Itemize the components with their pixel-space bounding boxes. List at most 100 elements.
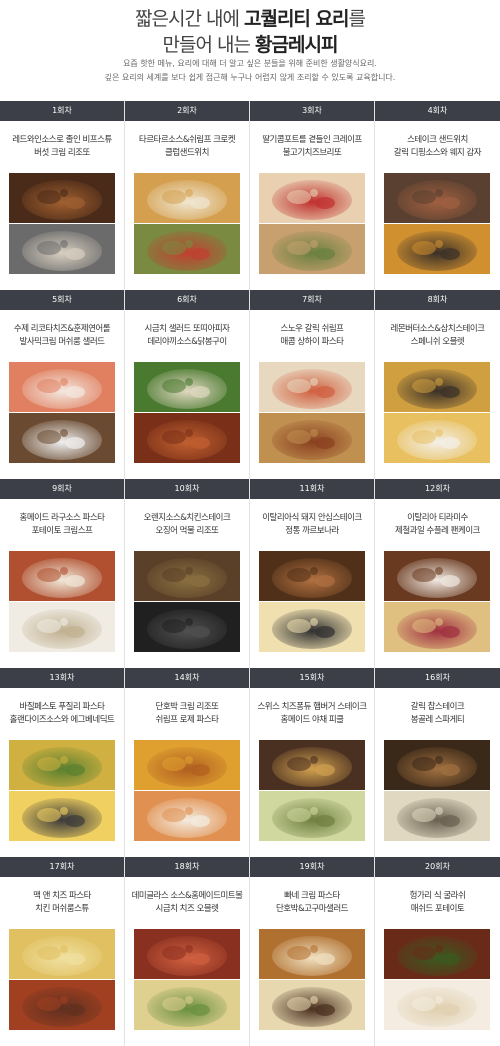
session-card[interactable]: 20회차 헝가리 식 굴라쉬 매쉬드 포테이토 [375,857,500,1046]
session-number-label: 14회차 [125,668,249,688]
session-card[interactable]: 19회차 빠네 크림 파스타 단호박&고구마샐러드 [250,857,375,1046]
menu-line-1: 스테이크 샌드위치 [407,135,468,145]
dish-photo-2 [259,224,365,274]
session-card[interactable]: 17회차 맥 앤 치즈 파스타 치킨 머쉬룸스튜 [0,857,125,1046]
headline-1-emphasis: 고퀄리티 요리 [243,8,349,30]
session-number-label: 7회차 [250,290,374,310]
session-card[interactable]: 2회차 타르타르소스&쉬림프 크로켓 클럽샌드위치 [125,101,250,290]
menu-line-2: 발사믹크림 머쉬룸 샐러드 [19,337,105,347]
session-number-label: 13회차 [0,668,124,688]
session-card[interactable]: 3회차 딸기콤포트를 곁들인 크레이프 불고기치즈브리또 [250,101,375,290]
session-menu-title: 스테이크 샌드위치갈릭 디핑소스와 웨지 감자 [375,121,500,165]
menu-line-2: 클럽샌드위치 [165,148,209,158]
dish-photo-2 [134,224,240,274]
menu-line-1: 단호박 크림 리조또 [155,702,219,712]
menu-line-2: 쉬림프 로제 파스타 [155,715,219,725]
menu-line-2: 갈릭 디핑소스와 웨지 감자 [393,148,482,158]
dish-photo-2 [134,791,240,841]
session-menu-title: 오렌지소스&치킨스테이크오징어 먹물 리조또 [125,499,249,543]
session-card[interactable]: 12회차 이탈리아 티라미수 제철과일 수플레 팬케이크 [375,479,500,668]
session-menu-title: 단호박 크림 리조또쉬림프 로제 파스타 [125,688,249,732]
dish-photo-2 [9,224,115,274]
menu-line-2: 봉골레 스파게티 [410,715,465,725]
menu-line-2: 홈메이드 야채 피클 [280,715,344,725]
menu-line-1: 맥 앤 치즈 파스타 [33,891,91,901]
session-row: 1회차 레드와인소스로 졸인 비프스튜 버섯 크림 리조또 2회차 타르타르소스&쉬림프… [0,101,500,290]
session-number-label: 19회차 [250,857,374,877]
menu-line-1: 레드와인소스로 졸인 비프스튜 [12,135,112,145]
session-card[interactable]: 16회차 갈릭 찹스테이크 봉골레 스파게티 [375,668,500,857]
session-row: 17회차 맥 앤 치즈 파스타 치킨 머쉬룸스튜 18회차데미글라스 소스&홈메이드미… [0,857,500,1046]
session-number-label: 18회차 [125,857,249,877]
session-row: 9회차 홈메이드 라구소스 파스타 포테이토 크림스프 10회차 오렌지소스&치킨스테이… [0,479,500,668]
session-menu-title: 이탈리아 티라미수 제철과일 수플레 팬케이크 [375,499,500,543]
session-grid: 1회차 레드와인소스로 졸인 비프스튜 버섯 크림 리조또 2회차 타르타르소스&쉬림프… [0,101,500,1046]
menu-line-1: 데미글라스 소스&홈메이드미트볼 [131,891,243,901]
menu-line-2: 오징어 먹물 리조또 [155,526,219,536]
session-number-label: 9회차 [0,479,124,499]
session-menu-title: 시금치 샐러드 또띠아피자 데리야끼소스&닭봉구이 [125,310,249,354]
session-card[interactable]: 9회차 홈메이드 라구소스 파스타 포테이토 크림스프 [0,479,125,668]
session-number-label: 11회차 [250,479,374,499]
session-menu-title: 수제 리코타치즈&훈제연어롤 발사믹크림 머쉬룸 샐러드 [0,310,124,354]
dish-photo-2 [9,413,115,463]
session-number-label: 1회차 [0,101,124,121]
session-number-label: 8회차 [375,290,500,310]
session-card[interactable]: 7회차 스노우 갈릭 쉬림프 매콤 상하이 파스타 [250,290,375,479]
session-card[interactable]: 13회차 바질페스토 푸질리 파스타 홀랜다이즈소스와 에그베네딕트 [0,668,125,857]
session-menu-title: 맥 앤 치즈 파스타 치킨 머쉬룸스튜 [0,877,124,921]
menu-line-1: 오렌지소스&치킨스테이크 [143,513,231,523]
dish-photo-2 [259,980,365,1030]
session-menu-title: 갈릭 찹스테이크 봉골레 스파게티 [375,688,500,732]
dish-photo-1 [384,362,490,412]
session-row: 5회차 수제 리코타치즈&훈제연어롤 발사믹크림 머쉬룸 샐러드 6회차 시금치 샐러드… [0,290,500,479]
menu-line-2: 매쉬드 포테이토 [410,904,465,914]
session-menu-title: 이탈리아식 돼지 안심스테이크 정통 까르보나라 [250,499,374,543]
session-number-label: 17회차 [0,857,124,877]
dish-photo-2 [9,980,115,1030]
session-card[interactable]: 10회차오렌지소스&치킨스테이크오징어 먹물 리조또 [125,479,250,668]
dish-photo-1 [384,551,490,601]
dish-photo-1 [9,929,115,979]
dish-photo-2 [259,602,365,652]
menu-line-1: 빠네 크림 파스타 [284,891,340,901]
session-card[interactable]: 18회차 데미글라스 소스&홈메이드미트볼 시금치 치즈 오믈렛 [125,857,250,1046]
dish-photo-2 [384,791,490,841]
session-menu-title: 헝가리 식 굴라쉬 매쉬드 포테이토 [375,877,500,921]
session-number-label: 10회차 [125,479,249,499]
menu-line-2: 불고기치즈브리또 [282,148,342,158]
session-number-label: 4회차 [375,101,500,121]
dish-photo-1 [259,929,365,979]
session-card[interactable]: 8회차레몬버터소스&삼치스테이크스페니쉬 오믈렛 [375,290,500,479]
menu-line-1: 바질페스토 푸질리 파스타 [19,702,105,712]
menu-line-1: 타르타르소스&쉬림프 크로켓 [138,135,236,145]
dish-photo-1 [134,362,240,412]
session-number-label: 12회차 [375,479,500,499]
dish-photo-1 [259,173,365,223]
session-menu-title: 타르타르소스&쉬림프 크로켓클럽샌드위치 [125,121,249,165]
menu-line-1: 레몬버터소스&삼치스테이크 [390,324,485,334]
session-card[interactable]: 4회차스테이크 샌드위치갈릭 디핑소스와 웨지 감자 [375,101,500,290]
dish-photo-2 [384,413,490,463]
session-row: 13회차 바질페스토 푸질리 파스타 홀랜다이즈소스와 에그베네딕트 14회차 단호박 … [0,668,500,857]
intro-description-1: 요즘 핫한 메뉴, 요리에 대해 더 알고 싶은 분들을 위해 준비한 생활양식… [123,59,377,68]
session-card[interactable]: 14회차단호박 크림 리조또쉬림프 로제 파스타 [125,668,250,857]
session-card[interactable]: 15회차 스위스 치즈퐁듀 햄버거 스테이크 홈메이드 야채 피클 [250,668,375,857]
dish-photo-1 [384,173,490,223]
menu-line-1: 시금치 샐러드 또띠아피자 [144,324,230,334]
menu-line-1: 홈메이드 라구소스 파스타 [19,513,105,523]
session-card[interactable]: 6회차 시금치 샐러드 또띠아피자 데리야끼소스&닭봉구이 [125,290,250,479]
headline-1-post: 를 [348,8,366,30]
dish-photo-1 [259,740,365,790]
menu-line-1: 스노우 갈릭 쉬림프 [280,324,344,334]
session-card[interactable]: 5회차 수제 리코타치즈&훈제연어롤 발사믹크림 머쉬룸 샐러드 [0,290,125,479]
session-card[interactable]: 1회차레드와인소스로 졸인 비프스튜버섯 크림 리조또 [0,101,125,290]
intro-description-2: 깊은 요리의 세계를 보다 쉽게 접근해 누구나 어렵지 않게 조리할 수 있도… [104,73,396,82]
menu-line-2: 버섯 크림 리조또 [34,148,90,158]
headline-line-1: 짧은시간 내에 고퀄리티 요리를 [0,4,500,31]
session-card[interactable]: 11회차 이탈리아식 돼지 안심스테이크 정통 까르보나라 [250,479,375,668]
dish-photo-2 [134,413,240,463]
menu-line-2: 스페니쉬 오믈렛 [410,337,465,347]
dish-photo-1 [134,173,240,223]
session-menu-title: 레몬버터소스&삼치스테이크스페니쉬 오믈렛 [375,310,500,354]
